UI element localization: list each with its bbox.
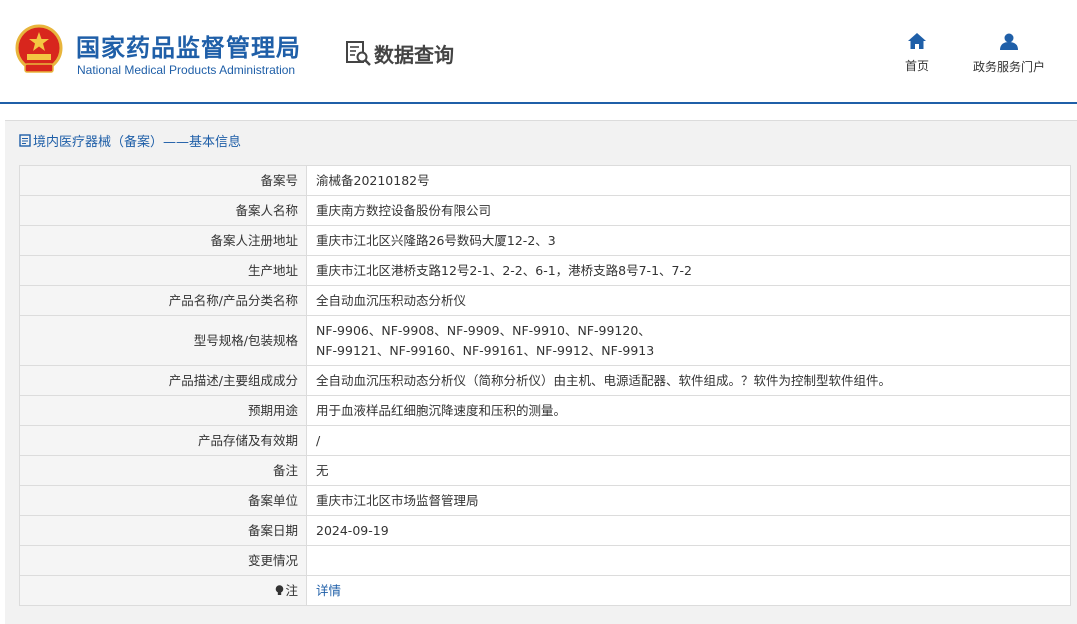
row-value: 详情 <box>306 575 1071 606</box>
data-query-label: 数据查询 <box>374 42 454 67</box>
row-label: 备案单位 <box>19 485 307 516</box>
row-label: 产品描述/主要组成成分 <box>19 365 307 396</box>
table-row: 备案人名称 重庆南方数控设备股份有限公司 <box>19 195 1071 226</box>
row-label: 变更情况 <box>19 545 307 576</box>
row-value: 重庆南方数控设备股份有限公司 <box>306 195 1071 226</box>
site-title: 国家药品监督管理局 <box>76 34 301 62</box>
row-label: 备案人注册地址 <box>19 225 307 256</box>
row-label: 备注 <box>19 455 307 486</box>
document-search-icon <box>346 41 371 66</box>
home-icon <box>908 33 926 49</box>
row-value: 2024-09-19 <box>306 515 1071 546</box>
table-row: 注 详情 <box>19 575 1071 606</box>
row-label: 预期用途 <box>19 395 307 426</box>
table-row: 备注 无 <box>19 455 1071 486</box>
table-row: 备案号 渝械备20210182号 <box>19 165 1071 196</box>
row-label: 产品名称/产品分类名称 <box>19 285 307 316</box>
table-row: 预期用途 用于血液样品红细胞沉降速度和压积的测量。 <box>19 395 1071 426</box>
nav-home-label: 首页 <box>904 59 929 73</box>
row-label: 产品存储及有效期 <box>19 425 307 456</box>
row-value: 重庆市江北区市场监督管理局 <box>306 485 1071 516</box>
row-value: 重庆市江北区兴隆路26号数码大厦12-2、3 <box>306 225 1071 256</box>
site-subtitle: National Medical Products Administration <box>77 63 296 77</box>
document-icon <box>19 134 31 147</box>
table-row: 备案单位 重庆市江北区市场监督管理局 <box>19 485 1071 516</box>
nav-gov-service-portal[interactable]: 政务服务门户 <box>964 33 1054 75</box>
row-label: 备案人名称 <box>19 195 307 226</box>
section-title-text: 境内医疗器械（备案）——基本信息 <box>33 135 242 150</box>
table-row: 产品存储及有效期 / <box>19 425 1071 456</box>
main-content: 境内医疗器械（备案）——基本信息 备案号 渝械备20210182号 备案人名称 … <box>5 120 1077 624</box>
row-value <box>306 545 1071 576</box>
note-label: 注 <box>285 582 298 598</box>
table-row: 产品描述/主要组成成分 全自动血沉压积动态分析仪（简称分析仪）由主机、电源适配器… <box>19 365 1071 396</box>
data-query-link[interactable]: 数据查询 <box>344 38 454 68</box>
record-info-table: 备案号 渝械备20210182号 备案人名称 重庆南方数控设备股份有限公司 备案… <box>19 165 1071 606</box>
nav-home[interactable]: 首页 <box>872 33 962 74</box>
row-label: 生产地址 <box>19 255 307 286</box>
row-value: NF-9906、NF-9908、NF-9909、NF-9910、NF-99120… <box>306 315 1071 366</box>
table-row: 备案人注册地址 重庆市江北区兴隆路26号数码大厦12-2、3 <box>19 225 1071 256</box>
table-row: 产品名称/产品分类名称 全自动血沉压积动态分析仪 <box>19 285 1071 316</box>
table-row: 变更情况 <box>19 545 1071 576</box>
table-row: 型号规格/包装规格 NF-9906、NF-9908、NF-9909、NF-991… <box>19 315 1071 366</box>
row-value: 全自动血沉压积动态分析仪（简称分析仪）由主机、电源适配器、软件组成。？软件为控制… <box>306 365 1071 396</box>
nav-gov-label: 政务服务门户 <box>972 60 1045 74</box>
row-label-note: 注 <box>19 575 307 606</box>
row-value: 重庆市江北区港桥支路12号2-1、2-2、6-1，港桥支路8号7-1、7-2 <box>306 255 1071 286</box>
details-link[interactable]: 详情 <box>316 583 341 598</box>
row-value: 无 <box>306 455 1071 486</box>
site-header: 国家药品监督管理局 National Medical Products Admi… <box>0 0 1077 104</box>
row-value: 渝械备20210182号 <box>306 165 1071 196</box>
national-emblem-icon <box>15 24 63 73</box>
row-label: 型号规格/包装规格 <box>19 315 307 366</box>
row-value: 用于血液样品红细胞沉降速度和压积的测量。 <box>306 395 1071 426</box>
row-label: 备案号 <box>19 165 307 196</box>
row-label: 备案日期 <box>19 515 307 546</box>
section-title: 境内医疗器械（备案）——基本信息 <box>19 131 241 150</box>
table-row: 生产地址 重庆市江北区港桥支路12号2-1、2-2、6-1，港桥支路8号7-1、… <box>19 255 1071 286</box>
model-spec-line-1: NF-9906、NF-9908、NF-9909、NF-9910、NF-99120… <box>316 322 651 338</box>
row-value: 全自动血沉压积动态分析仪 <box>306 285 1071 316</box>
model-spec-line-2: NF-99121、NF-99160、NF-99161、NF-9912、NF-99… <box>316 342 655 358</box>
row-value: / <box>306 425 1071 456</box>
user-icon <box>1000 33 1018 50</box>
lightbulb-icon <box>276 584 284 595</box>
table-row: 备案日期 2024-09-19 <box>19 515 1071 546</box>
